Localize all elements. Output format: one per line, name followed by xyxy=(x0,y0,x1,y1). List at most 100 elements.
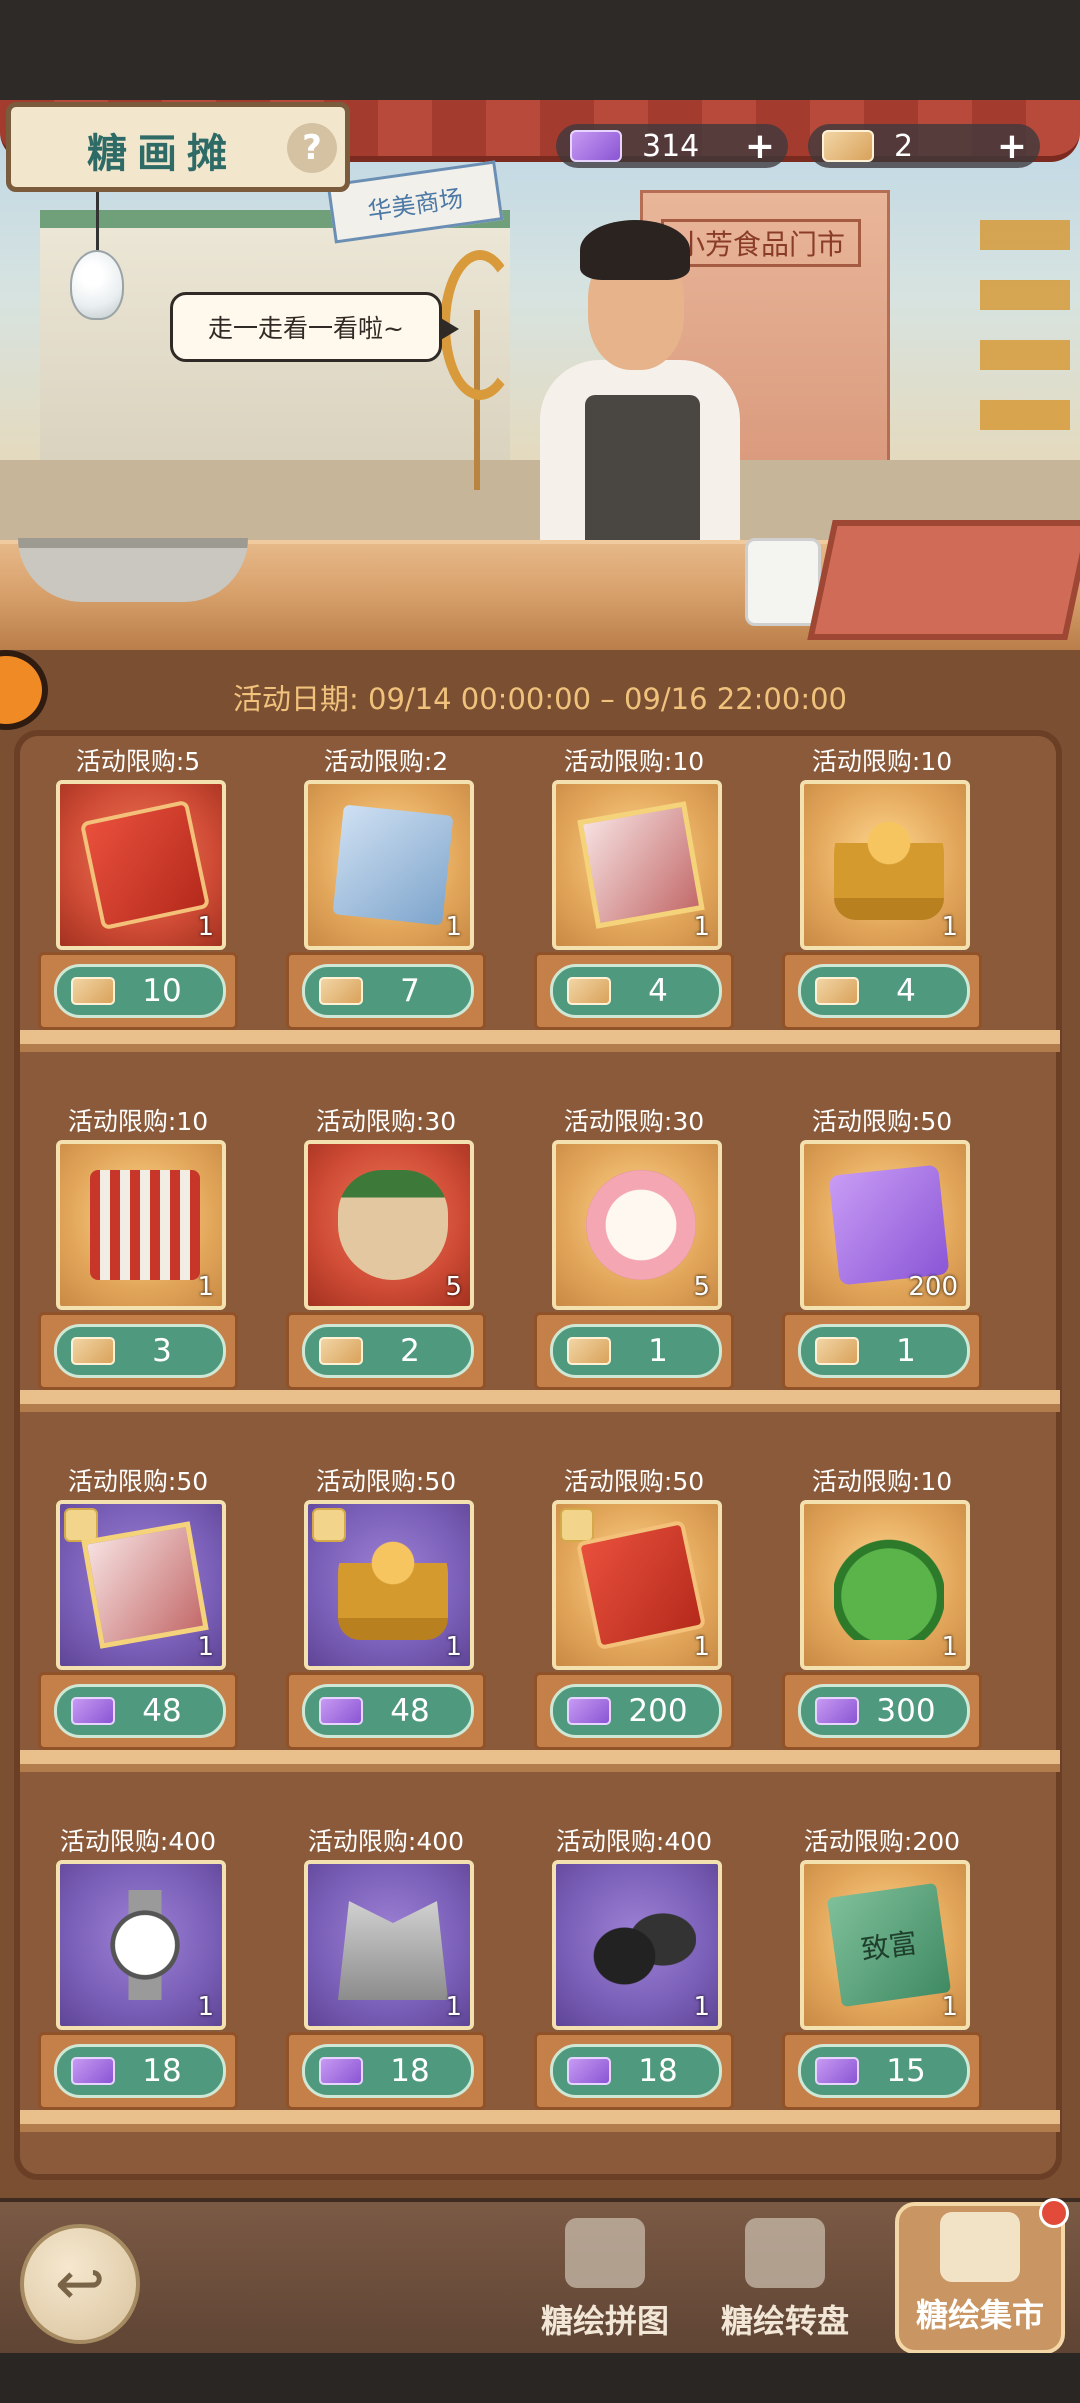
limit-value: 50 xyxy=(672,1467,705,1496)
purchase-limit: 活动限购:50 xyxy=(38,1462,238,1498)
buy-button[interactable]: 1 xyxy=(798,1324,970,1378)
limit-prefix: 活动限购: xyxy=(563,1107,673,1136)
car-cage-icon xyxy=(90,1170,200,1280)
item-frame[interactable]: 1 xyxy=(552,1860,722,2030)
purchase-limit: 活动限购:2 xyxy=(286,742,486,778)
shop-item-fortune-book[interactable]: 活动限购:200 致富 1 15 xyxy=(782,1810,982,2120)
limit-prefix: 活动限购: xyxy=(307,1827,417,1856)
shop-item-green-flask[interactable]: 活动限购:10 1 300 xyxy=(782,1450,982,1760)
item-frame[interactable]: 1 xyxy=(56,780,226,950)
buy-button[interactable]: 18 xyxy=(54,2044,226,2098)
limit-value: 50 xyxy=(920,1107,953,1136)
spinner-board xyxy=(807,520,1080,640)
buy-button[interactable]: 15 xyxy=(798,2044,970,2098)
buy-button[interactable]: 4 xyxy=(798,964,970,1018)
limit-prefix: 活动限购: xyxy=(59,1827,169,1856)
tab-sugar-puzzle[interactable]: 糖绘拼图 xyxy=(520,2212,690,2352)
limit-prefix: 活动限购: xyxy=(75,747,185,776)
enamel-mug xyxy=(745,538,821,626)
coupon-icon xyxy=(71,2057,115,2085)
shop-item-photo-card[interactable]: 活动限购:10 1 4 xyxy=(534,730,734,1040)
item-frame[interactable]: 5 xyxy=(304,1140,474,1310)
item-quantity: 1 xyxy=(941,912,958,942)
item-quantity: 5 xyxy=(445,1272,462,1302)
buy-button[interactable]: 48 xyxy=(54,1684,226,1738)
item-frame[interactable]: 5 xyxy=(552,1140,722,1310)
ticket-icon xyxy=(815,977,859,1005)
item-frame[interactable]: 1 xyxy=(552,780,722,950)
purple-coupon-icon xyxy=(828,1164,950,1286)
price-value: 200 xyxy=(628,1693,688,1729)
item-frame[interactable]: 1 xyxy=(56,1500,226,1670)
item-quantity: 1 xyxy=(941,1632,958,1662)
tab-sugar-wheel[interactable]: 糖绘转盘 xyxy=(700,2212,870,2352)
buy-button[interactable]: 300 xyxy=(798,1684,970,1738)
item-frame[interactable]: 1 xyxy=(304,1500,474,1670)
shop-item-talent-card[interactable]: 活动限购:5 1 10 xyxy=(38,730,238,1040)
item-quantity: 1 xyxy=(445,1632,462,1662)
buy-button[interactable]: 2 xyxy=(302,1324,474,1378)
shop-item-book[interactable]: 活动限购:2 1 7 xyxy=(286,730,486,1040)
shop-item-photo-card-puzzle[interactable]: 活动限购:50 1 48 xyxy=(38,1450,238,1760)
coupon-balance: 314 + xyxy=(556,124,788,168)
shelf-row: 活动限购:10 1 3 活动限购:30 5 2 活动限购:30 5 1 活动限购:50 200 1 xyxy=(0,1090,1060,1440)
syrup-bowl xyxy=(18,538,248,602)
buy-button[interactable]: 7 xyxy=(302,964,474,1018)
purchase-limit: 活动限购:5 xyxy=(38,742,238,778)
tab-label: 糖绘集市 xyxy=(915,2296,1044,2334)
coupon-count: 314 xyxy=(642,128,700,164)
item-frame[interactable]: 1 xyxy=(552,1500,722,1670)
shop-item-car-cage[interactable]: 活动限购:10 1 3 xyxy=(38,1090,238,1400)
bottom-nav: ↩ 糖绘拼图 糖绘转盘 糖绘集市 xyxy=(0,2198,1080,2354)
limit-value: 30 xyxy=(672,1107,705,1136)
buy-button[interactable]: 1 xyxy=(550,1324,722,1378)
ticket-icon xyxy=(71,977,115,1005)
puzzle-icon xyxy=(565,2218,645,2288)
item-frame[interactable]: 200 xyxy=(800,1140,970,1310)
shop-item-wristwatch[interactable]: 活动限购:400 1 18 xyxy=(38,1810,238,2120)
shop-item-purple-coupon[interactable]: 活动限购:50 200 1 xyxy=(782,1090,982,1400)
coupon-icon xyxy=(319,1697,363,1725)
item-frame[interactable]: 致富 1 xyxy=(800,1860,970,2030)
shelf-row: 活动限购:50 1 48 活动限购:50 1 48 活动限购:50 1 200 活动限购:10 1 3… xyxy=(0,1450,1060,1800)
shop-shelf-area: 活动日期: 09/14 00:00:00 – 09/16 22:00:00 活动… xyxy=(0,650,1080,2198)
item-frame[interactable]: 1 xyxy=(800,1500,970,1670)
purchase-limit: 活动限购:400 xyxy=(286,1822,486,1858)
item-quantity: 1 xyxy=(445,912,462,942)
buy-button[interactable]: 18 xyxy=(302,2044,474,2098)
item-frame[interactable]: 1 xyxy=(800,780,970,950)
shop-item-talent-card-puzzle[interactable]: 活动限购:50 1 200 xyxy=(534,1450,734,1760)
limit-value: 10 xyxy=(920,1467,953,1496)
shop-item-golden-statue[interactable]: 活动限购:10 1 4 xyxy=(782,730,982,1040)
page-title: 糖画摊 xyxy=(87,130,237,177)
buy-button[interactable]: 3 xyxy=(54,1324,226,1378)
buy-button[interactable]: 200 xyxy=(550,1684,722,1738)
buy-button[interactable]: 48 xyxy=(302,1684,474,1738)
purchase-limit: 活动限购:400 xyxy=(534,1822,734,1858)
add-ticket-button[interactable]: + xyxy=(992,126,1032,167)
back-button[interactable]: ↩ xyxy=(20,2224,140,2344)
help-icon[interactable]: ? xyxy=(287,123,337,173)
purchase-limit: 活动限购:10 xyxy=(534,742,734,778)
tab-sugar-market[interactable]: 糖绘集市 xyxy=(895,2198,1069,2354)
buy-button[interactable]: 18 xyxy=(550,2044,722,2098)
shop-item-leather-shoes[interactable]: 活动限购:400 1 18 xyxy=(534,1810,734,2120)
add-coupon-button[interactable]: + xyxy=(740,126,780,167)
shop-item-ginseng[interactable]: 活动限购:30 5 2 xyxy=(286,1090,486,1400)
item-frame[interactable]: 1 xyxy=(304,1860,474,2030)
item-frame[interactable]: 1 xyxy=(56,1860,226,2030)
shop-item-compact[interactable]: 活动限购:30 5 1 xyxy=(534,1090,734,1400)
item-quantity: 1 xyxy=(445,1992,462,2022)
price-value: 18 xyxy=(638,2053,678,2089)
buy-button[interactable]: 4 xyxy=(550,964,722,1018)
shop-item-golden-statue-puzzle[interactable]: 活动限购:50 1 48 xyxy=(286,1450,486,1760)
ticket-icon xyxy=(815,1337,859,1365)
shop-item-suit[interactable]: 活动限购:400 1 18 xyxy=(286,1810,486,2120)
limit-prefix: 活动限购: xyxy=(563,1467,673,1496)
item-frame[interactable]: 1 xyxy=(304,780,474,950)
ticket-icon xyxy=(319,977,363,1005)
buy-button[interactable]: 10 xyxy=(54,964,226,1018)
price-value: 4 xyxy=(896,973,916,1009)
item-frame[interactable]: 1 xyxy=(56,1140,226,1310)
item-quantity: 5 xyxy=(693,1272,710,1302)
